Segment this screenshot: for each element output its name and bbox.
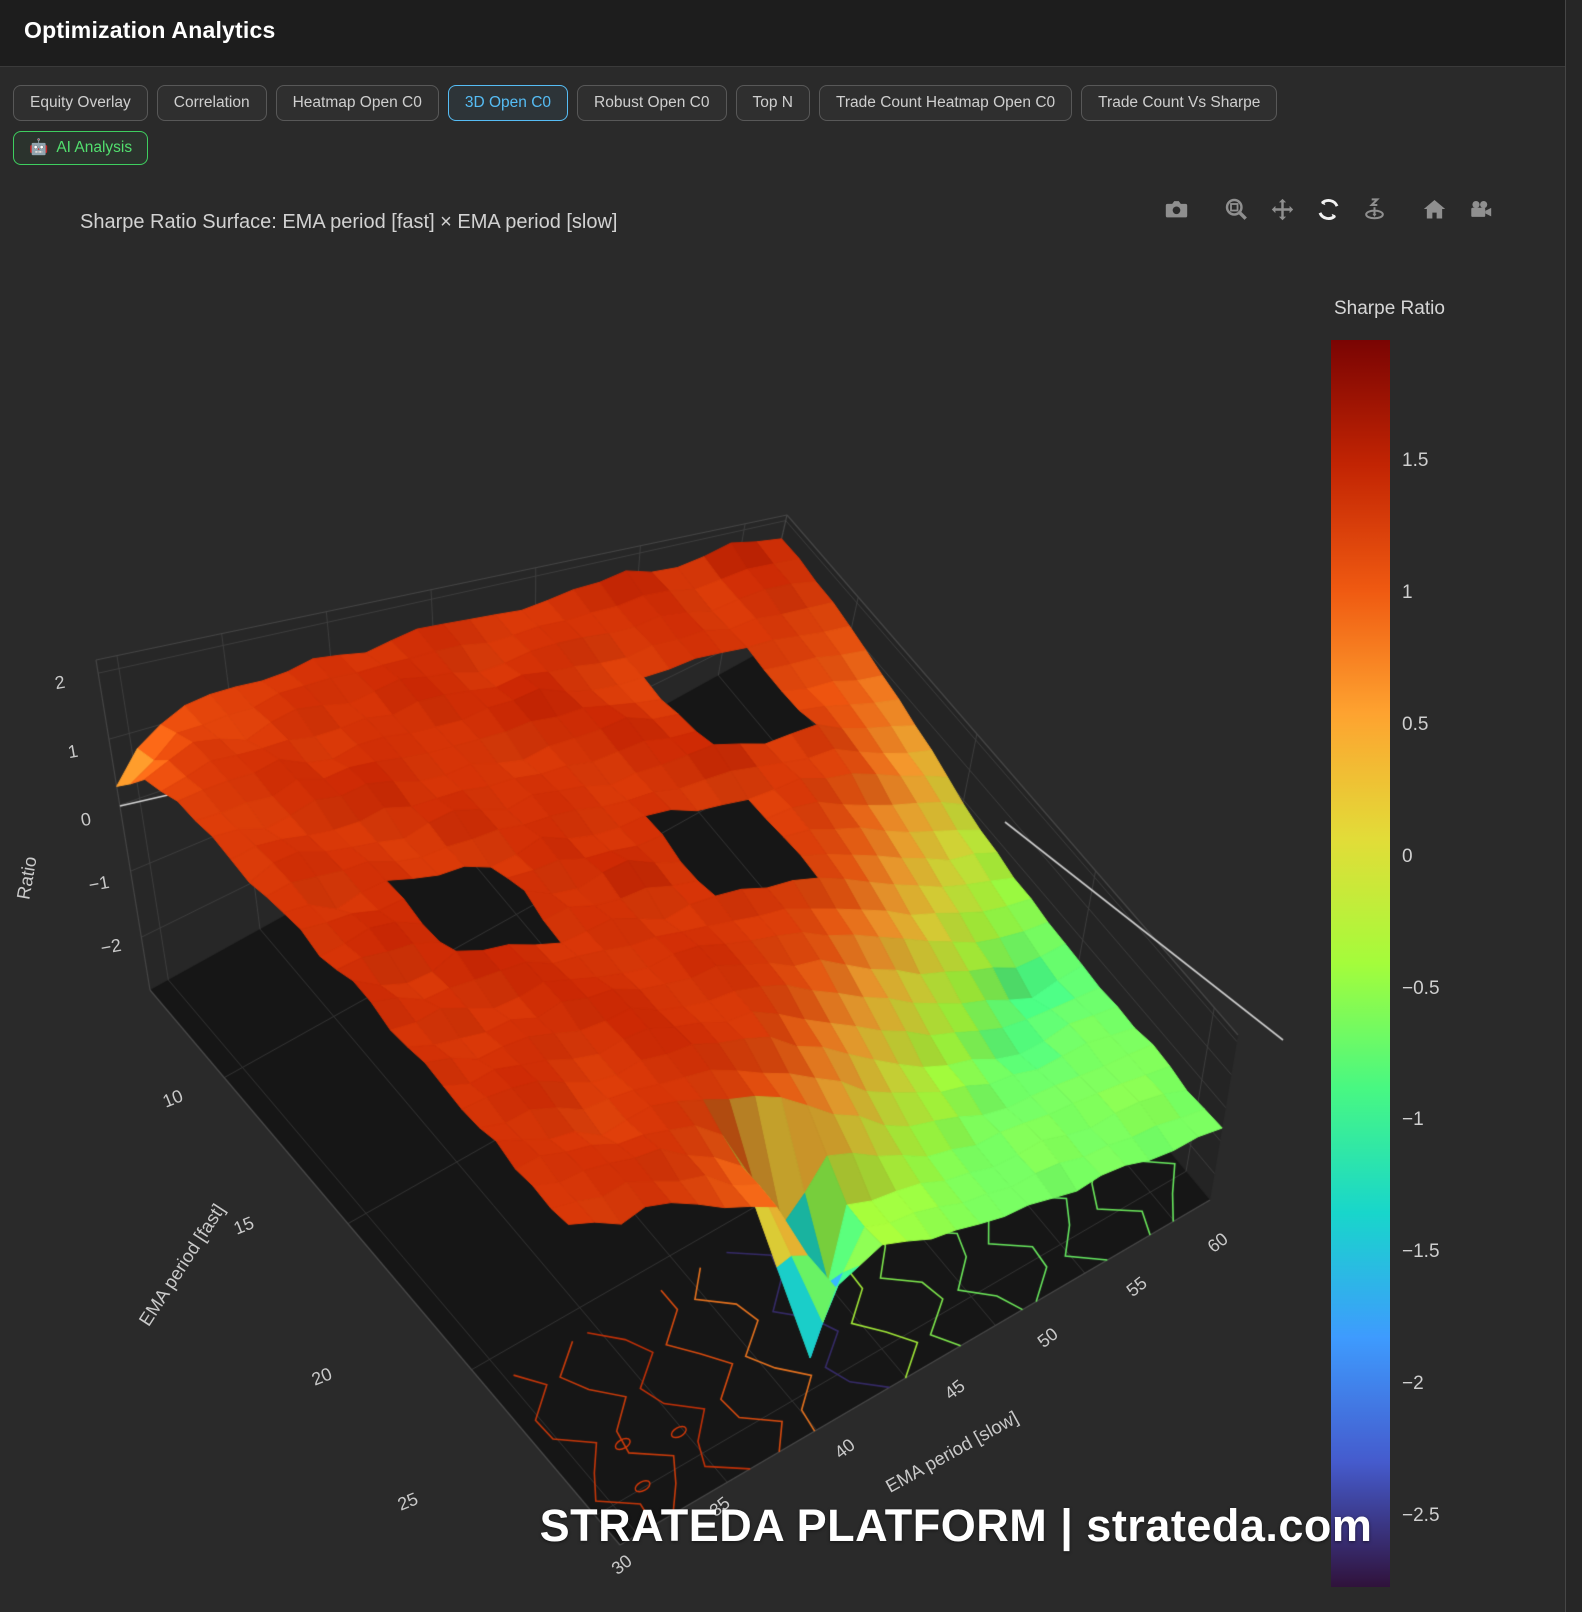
z-tick-label: −1 — [87, 872, 111, 896]
ai-analysis-row: 🤖 AI Analysis — [13, 131, 148, 165]
snapshot-camera-icon[interactable] — [1163, 196, 1190, 223]
home-icon[interactable] — [1421, 196, 1448, 223]
tab-heatmap-open-c0[interactable]: Heatmap Open C0 — [276, 85, 439, 121]
colorbar-tick-label: 1 — [1402, 582, 1413, 604]
colorbar-tick-label: −2 — [1402, 1373, 1424, 1395]
colorbar-tick-label: −1 — [1402, 1109, 1424, 1131]
tab-trade-count-heatmap-open-c0[interactable]: Trade Count Heatmap Open C0 — [819, 85, 1072, 121]
tab-bar: Equity OverlayCorrelationHeatmap Open C0… — [13, 85, 1277, 121]
colorbar-tick-label: 0.5 — [1402, 714, 1428, 736]
tab-robust-open-c0[interactable]: Robust Open C0 — [577, 85, 726, 121]
pan-icon[interactable] — [1269, 196, 1296, 223]
colorbar-tick-label: −0.5 — [1402, 978, 1440, 1000]
colorbar-tick-label: 0 — [1402, 846, 1413, 868]
video-camera-icon[interactable] — [1467, 196, 1494, 223]
robot-icon: 🤖 — [29, 138, 48, 158]
orbit-rotation-icon[interactable] — [1315, 196, 1342, 223]
turntable-rotation-icon[interactable] — [1361, 196, 1388, 223]
tab-top-n[interactable]: Top N — [736, 85, 811, 121]
tab-equity-overlay[interactable]: Equity Overlay — [13, 85, 148, 121]
ai-analysis-button[interactable]: 🤖 AI Analysis — [13, 131, 148, 165]
tab-correlation[interactable]: Correlation — [157, 85, 267, 121]
tab-trade-count-vs-sharpe[interactable]: Trade Count Vs Sharpe — [1081, 85, 1277, 121]
colorbar-tick-label: 1.5 — [1402, 450, 1428, 472]
plotly-modebar — [1163, 196, 1494, 223]
tab-3d-open-c0[interactable]: 3D Open C0 — [448, 85, 568, 121]
scrollbar[interactable] — [1565, 0, 1582, 1612]
zoom-icon[interactable] — [1223, 196, 1250, 223]
app-header: Optimization Analytics — [0, 0, 1582, 67]
ai-analysis-label: AI Analysis — [56, 138, 132, 158]
colorbar-tick-label: −2.5 — [1402, 1505, 1440, 1527]
z-tick-label: −2 — [99, 935, 123, 959]
chart-title: Sharpe Ratio Surface: EMA period [fast] … — [80, 211, 618, 234]
page-title: Optimization Analytics — [0, 0, 1582, 44]
colorbar-gradient — [1331, 340, 1390, 1587]
colorbar-tick-label: −1.5 — [1402, 1241, 1440, 1263]
watermark: STRATEDA PLATFORM | strateda.com — [540, 1500, 1373, 1552]
colorbar-title: Sharpe Ratio — [1334, 298, 1445, 320]
